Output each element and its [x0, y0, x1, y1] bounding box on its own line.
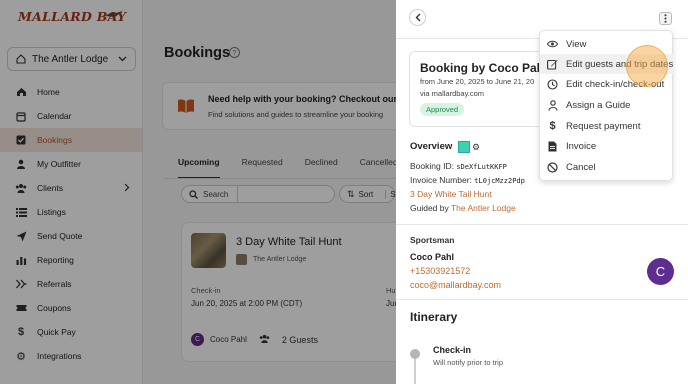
booking-summary-card: Booking by Coco Pahl from June 20, 2025 …: [409, 51, 559, 127]
booking-dates: from June 20, 2025 to June 21, 20: [420, 77, 535, 86]
chevron-left-icon: [415, 13, 420, 22]
menu-item-label: Edit guests and trip dates: [566, 58, 674, 70]
menu-item-edit-guests[interactable]: Edit guests and trip dates: [540, 54, 674, 74]
menu-item-label: View: [566, 38, 587, 50]
ban-icon: [547, 161, 558, 173]
timeline-checkin-title: Check-in: [433, 345, 472, 355]
guide-link[interactable]: The Antler Lodge: [451, 203, 516, 213]
guided-by-row: Guided by The Antler Lodge: [410, 203, 516, 213]
avatar: C: [647, 258, 674, 285]
menu-item-assign-guide[interactable]: Assign a Guide: [540, 95, 674, 115]
back-button[interactable]: [409, 9, 426, 26]
overview-heading: Overview: [410, 141, 453, 152]
menu-item-label: Edit check-in/check-out: [566, 78, 665, 90]
edit-icon: [547, 59, 558, 70]
color-swatch[interactable]: [458, 141, 470, 153]
invoice-row: Invoice Number: tL0jcMzz2Pdp: [410, 175, 525, 185]
invoice-value: tL0jcMzz2Pdp: [474, 177, 525, 185]
menu-item-label: Request payment: [566, 120, 641, 132]
menu-item-invoice[interactable]: Invoice: [540, 136, 674, 156]
menu-item-edit-checkin[interactable]: Edit check-in/check-out: [540, 74, 674, 94]
menu-item-view[interactable]: View: [540, 34, 674, 54]
timeline-checkin-subtitle: Will notify prior to trip: [433, 358, 504, 367]
listing-link[interactable]: 3 Day White Tail Hunt: [410, 189, 492, 199]
gear-icon[interactable]: ⚙: [471, 141, 481, 153]
status-badge: Approved: [420, 103, 465, 116]
booking-title: Booking by Coco Pahl: [420, 61, 548, 75]
timeline-dot: [410, 349, 420, 359]
dollar-icon: $: [549, 120, 556, 132]
more-options-button[interactable]: [659, 12, 672, 25]
sportsman-phone-link[interactable]: +15303921572: [410, 266, 470, 276]
eye-icon: [547, 39, 558, 50]
divider: [396, 299, 688, 300]
kebab-icon: [664, 14, 667, 23]
menu-item-request-payment[interactable]: $ Request payment: [540, 116, 674, 136]
person-icon: [547, 99, 558, 111]
sportsman-name: Coco Pahl: [410, 252, 455, 262]
itinerary-heading: Itinerary: [410, 310, 458, 324]
options-menu: View Edit guests and trip dates Edit che…: [539, 30, 674, 181]
booking-id-value: sDeXfLutKKFP: [456, 163, 507, 171]
menu-item-cancel[interactable]: Cancel: [540, 157, 674, 177]
document-icon: [547, 141, 558, 152]
menu-item-label: Assign a Guide: [566, 99, 631, 111]
sportsman-email-link[interactable]: coco@mallardbay.com: [410, 280, 501, 290]
menu-item-label: Cancel: [566, 161, 596, 173]
menu-item-label: Invoice: [566, 140, 597, 152]
guided-by-label: Guided by: [410, 203, 449, 213]
divider: [396, 224, 688, 225]
clock-icon: [547, 78, 558, 90]
booking-id-row: Booking ID: sDeXfLutKKFP: [410, 161, 507, 171]
booking-source: via mallardbay.com: [420, 89, 485, 98]
invoice-label: Invoice Number:: [410, 175, 472, 185]
booking-id-label: Booking ID:: [410, 161, 454, 171]
sportsman-heading: Sportsman: [410, 235, 455, 245]
